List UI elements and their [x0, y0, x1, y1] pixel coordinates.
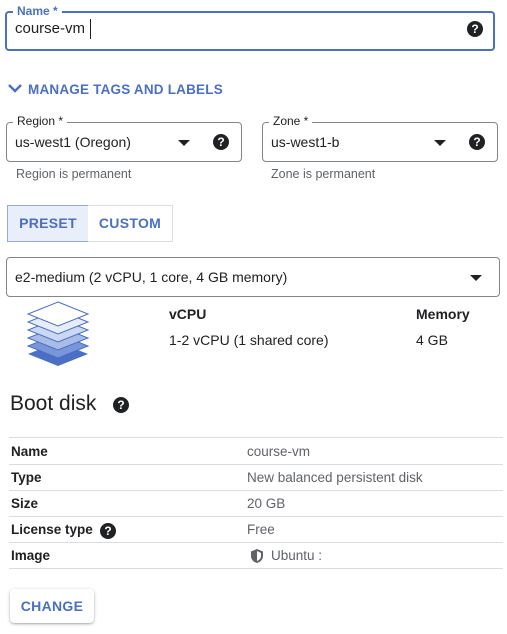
name-field[interactable]: Name * ? [5, 4, 495, 51]
table-row: Name course-vm [9, 439, 503, 465]
row-value: Ubuntu : [271, 548, 323, 563]
custom-toggle-button[interactable]: CUSTOM [88, 205, 173, 242]
help-icon[interactable]: ? [213, 134, 229, 150]
dropdown-caret-icon [434, 140, 446, 146]
boot-disk-title: Boot disk [10, 392, 97, 415]
text-cursor [90, 19, 91, 39]
zone-hint: Zone is permanent [271, 167, 376, 181]
zone-value: us-west1-b [271, 134, 340, 150]
row-key: Image [11, 548, 51, 563]
row-value: course-vm [247, 444, 311, 459]
vcpu-value: 1-2 vCPU (1 shared core) [169, 332, 329, 348]
preset-toggle-button[interactable]: PRESET [7, 205, 89, 242]
table-row: License type ? Free [9, 517, 503, 543]
region-label: Region * [13, 114, 68, 128]
help-icon[interactable]: ? [113, 397, 129, 413]
dropdown-caret-icon [470, 275, 482, 281]
help-icon[interactable]: ? [100, 523, 116, 539]
table-top-divider [9, 437, 503, 438]
row-key: Size [11, 496, 39, 511]
table-row: Type New balanced persistent disk [9, 465, 503, 491]
memory-value: 4 GB [416, 332, 448, 348]
region-select[interactable]: Region * us-west1 (Oregon) ? [6, 114, 242, 162]
vcpu-header: vCPU [169, 306, 207, 322]
manage-tags-label: MANAGE TAGS AND LABELS [28, 82, 223, 97]
dropdown-caret-icon [178, 140, 190, 146]
region-hint: Region is permanent [16, 167, 132, 181]
chevron-down-icon [8, 84, 22, 93]
zone-label: Zone * [269, 114, 313, 128]
help-icon[interactable]: ? [469, 134, 485, 150]
row-key: Name [11, 444, 48, 459]
row-value: New balanced persistent disk [247, 470, 423, 485]
shield-icon [251, 549, 263, 563]
name-input[interactable] [15, 20, 455, 37]
row-value: Free [247, 522, 275, 537]
change-button[interactable]: CHANGE [10, 589, 94, 623]
region-value: us-west1 (Oregon) [15, 134, 131, 150]
layers-icon [26, 301, 90, 366]
zone-select[interactable]: Zone * us-west1-b ? [262, 114, 498, 162]
machine-type-select[interactable]: e2-medium (2 vCPU, 1 core, 4 GB memory) [6, 257, 500, 297]
row-key: Type [11, 470, 42, 485]
row-value: 20 GB [247, 496, 286, 511]
row-key: License type [11, 522, 93, 537]
name-field-label: Name * [13, 4, 62, 18]
table-row: Size 20 GB [9, 491, 503, 517]
memory-header: Memory [416, 306, 470, 322]
machine-type-value: e2-medium (2 vCPU, 1 core, 4 GB memory) [15, 269, 288, 285]
table-row: Image Ubuntu : [9, 543, 503, 569]
help-icon[interactable]: ? [467, 21, 483, 37]
